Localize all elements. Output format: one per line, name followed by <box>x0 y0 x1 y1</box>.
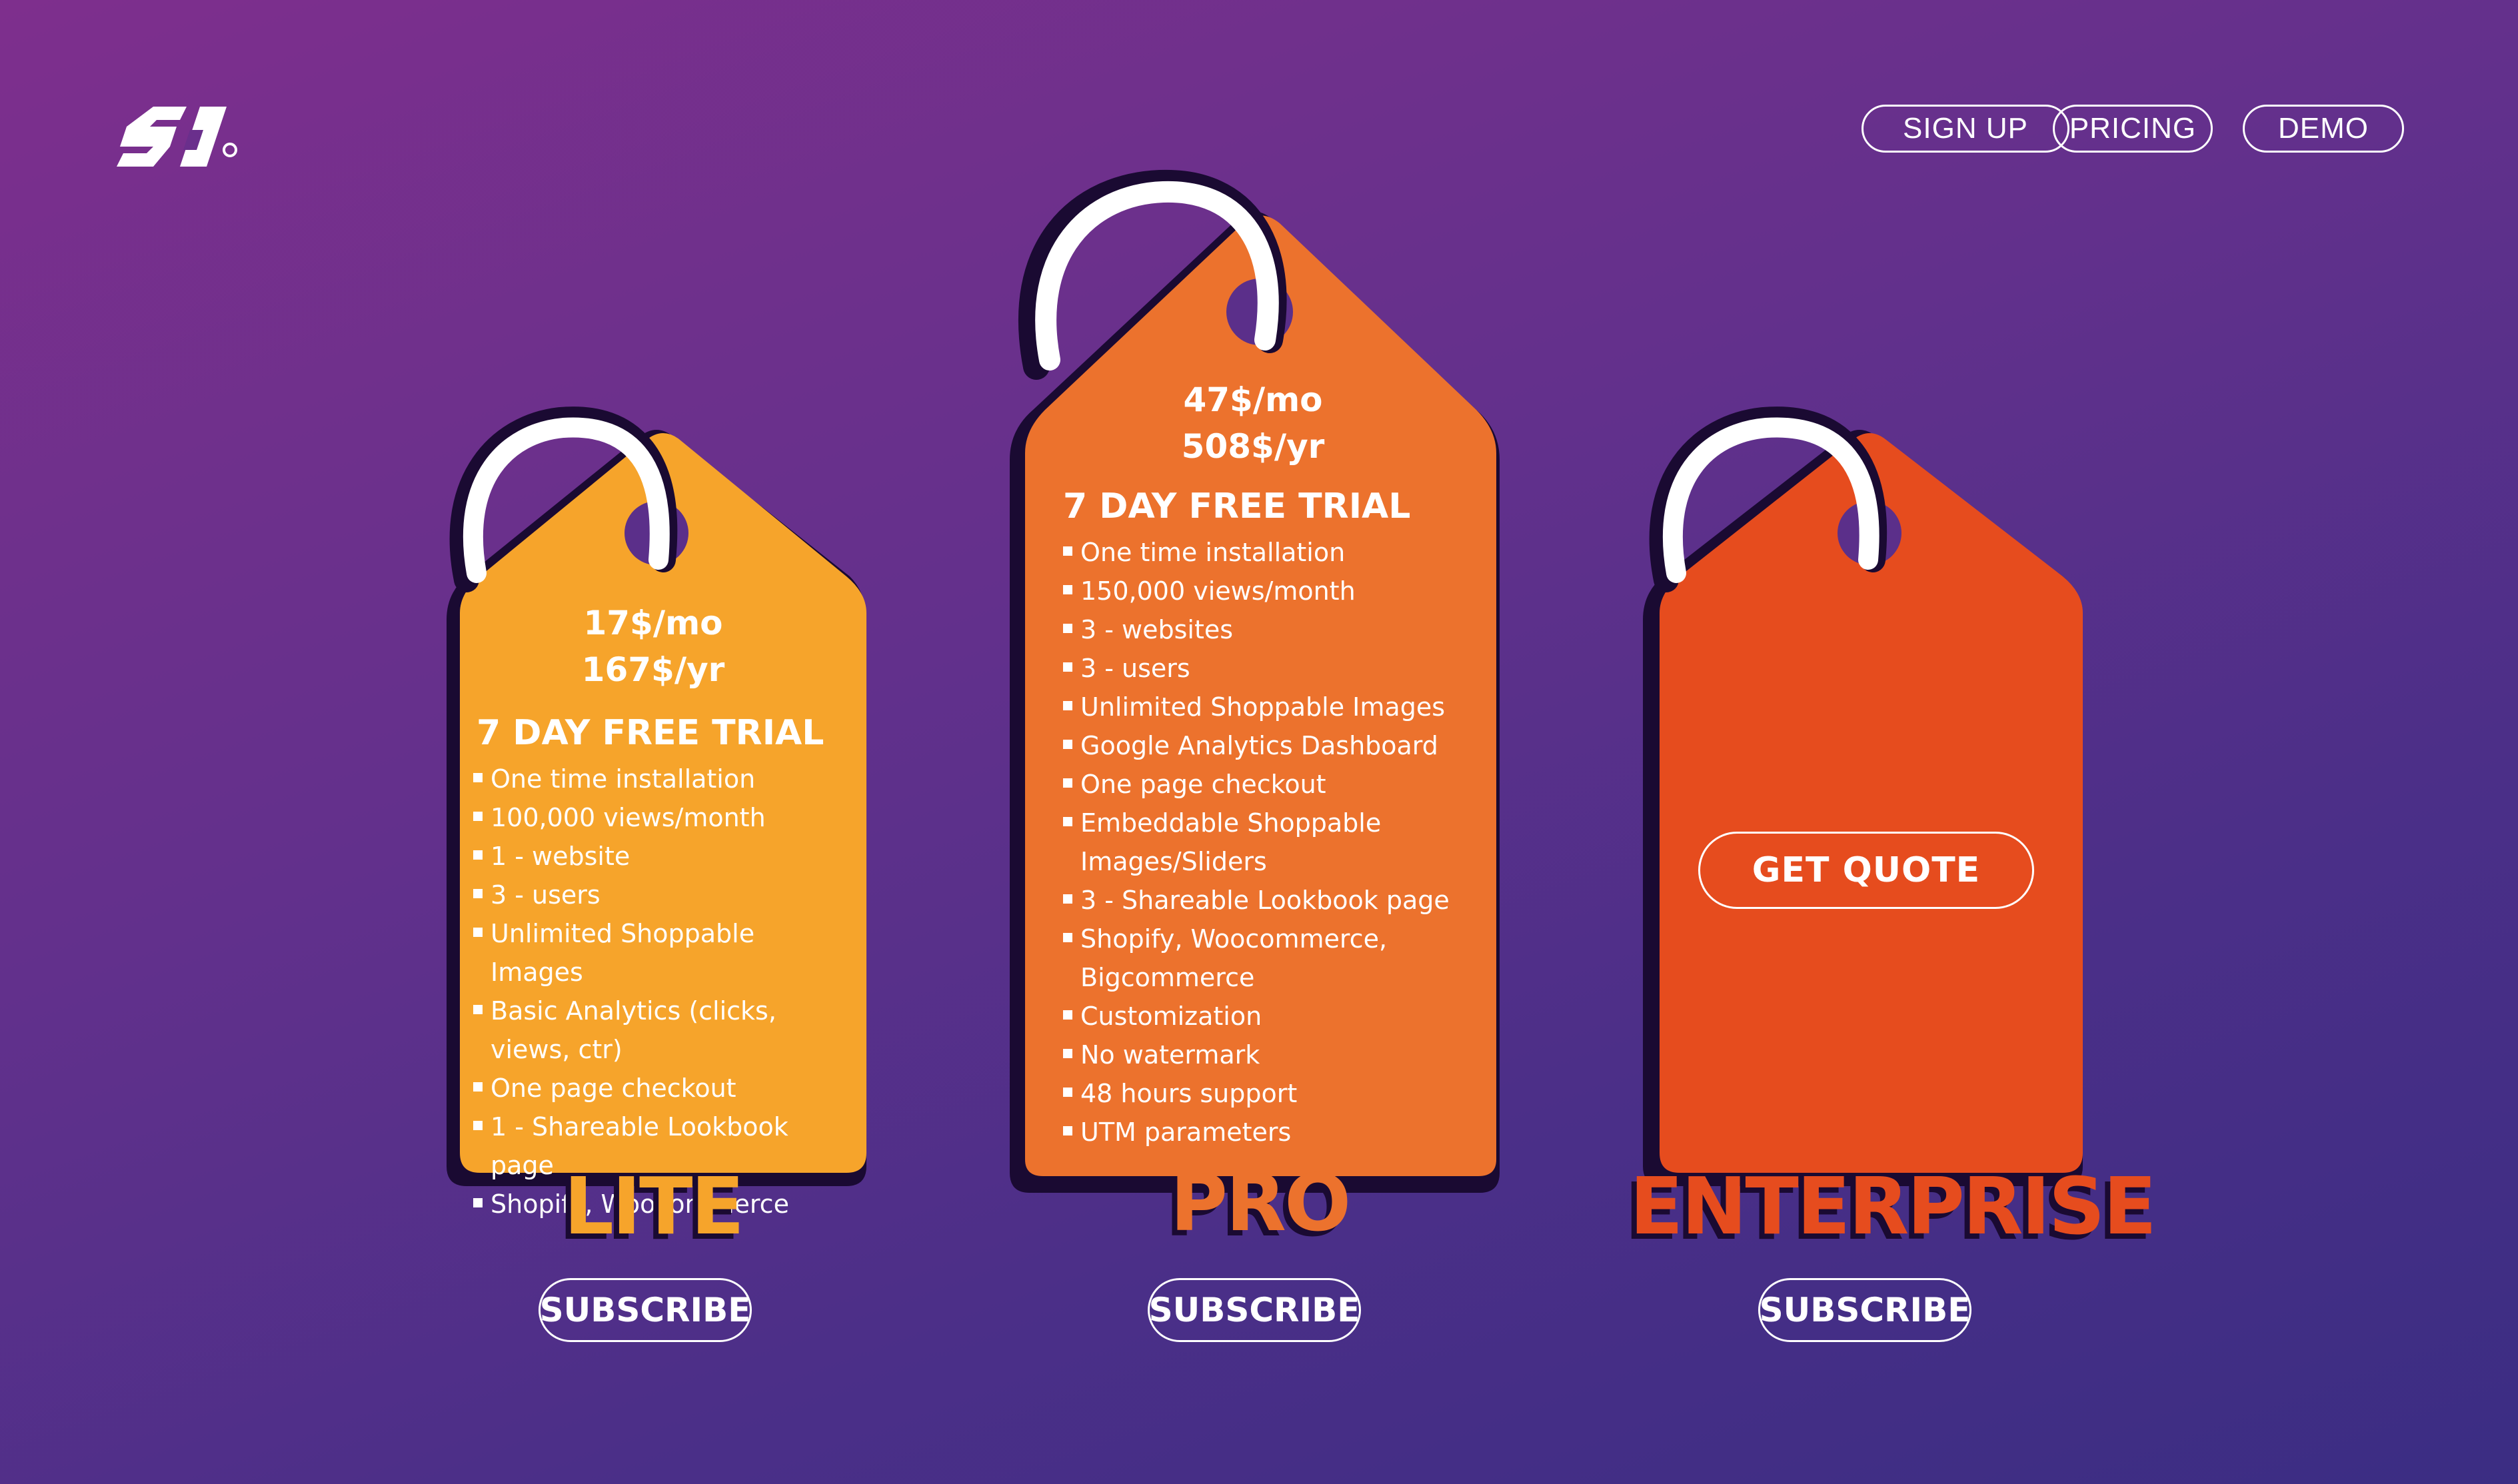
nav-demo[interactable]: DEMO <box>2243 105 2404 153</box>
feature-item: UTM parameters <box>1063 1113 1463 1151</box>
pro-subscribe-button[interactable]: SUBSCRIBE <box>1148 1278 1361 1342</box>
feature-item: One page checkout <box>1063 765 1463 804</box>
lite-plan-card: 17$/mo 167$/yr 7 DAY FREE TRIAL One time… <box>433 400 873 1219</box>
enterprise-plan-name: ENTERPRISE <box>1630 1160 2157 1252</box>
lite-price-year: 167$/yr <box>581 650 725 689</box>
brand-logo[interactable] <box>107 100 253 187</box>
enterprise-plan-card <box>1636 400 2089 1186</box>
feature-item: One time installation <box>1063 533 1463 572</box>
feature-item: No watermark <box>1063 1036 1463 1074</box>
pro-plan-card: 47$/mo 508$/yr 7 DAY FREE TRIAL One time… <box>1006 169 1500 1193</box>
feature-item: Unlimited Shoppable Images <box>1063 688 1463 726</box>
feature-item: 3 - websites <box>1063 610 1463 649</box>
feature-item: 3 - users <box>1063 649 1463 688</box>
feature-item: 3 - users <box>473 876 853 914</box>
feature-item: Customization <box>1063 997 1463 1036</box>
get-quote-button[interactable]: GET QUOTE <box>1698 832 2034 909</box>
nav-pricing[interactable]: PRICING <box>2053 105 2213 153</box>
lite-plan-name: LITE <box>563 1160 744 1252</box>
lite-trial-label: 7 DAY FREE TRIAL <box>477 713 824 753</box>
enterprise-subscribe-button[interactable]: SUBSCRIBE <box>1758 1278 1971 1342</box>
pro-price-month: 47$/mo <box>1183 380 1323 419</box>
nav-sign-up[interactable]: SIGN UP <box>1862 105 2069 153</box>
feature-item: 1 - website <box>473 837 853 876</box>
lite-feature-list: One time installation 100,000 views/mont… <box>473 760 853 1223</box>
feature-item: One time installation <box>473 760 853 798</box>
feature-item: 48 hours support <box>1063 1074 1463 1113</box>
lite-price-month: 17$/mo <box>583 604 723 642</box>
feature-item: Unlimited Shoppable Images <box>473 914 853 992</box>
lite-subscribe-button[interactable]: SUBSCRIBE <box>539 1278 752 1342</box>
pro-plan-name: PRO <box>1170 1157 1352 1249</box>
feature-item: Embeddable Shoppable Images/Sliders <box>1063 804 1463 881</box>
pro-trial-label: 7 DAY FREE TRIAL <box>1063 486 1411 526</box>
feature-item: 3 - Shareable Lookbook page <box>1063 881 1463 920</box>
feature-item: Google Analytics Dashboard <box>1063 726 1463 765</box>
pro-feature-list: One time installation 150,000 views/mont… <box>1063 533 1463 1151</box>
feature-item: 100,000 views/month <box>473 798 853 837</box>
enterprise-tag-shape <box>1643 406 2083 1186</box>
feature-item: 150,000 views/month <box>1063 572 1463 610</box>
feature-item: Basic Analytics (clicks, views, ctr) <box>473 992 853 1069</box>
pro-price-year: 508$/yr <box>1181 427 1325 466</box>
feature-item: Shopify, Woocommerce, Bigcommerce <box>1063 920 1463 997</box>
feature-item: One page checkout <box>473 1069 853 1108</box>
